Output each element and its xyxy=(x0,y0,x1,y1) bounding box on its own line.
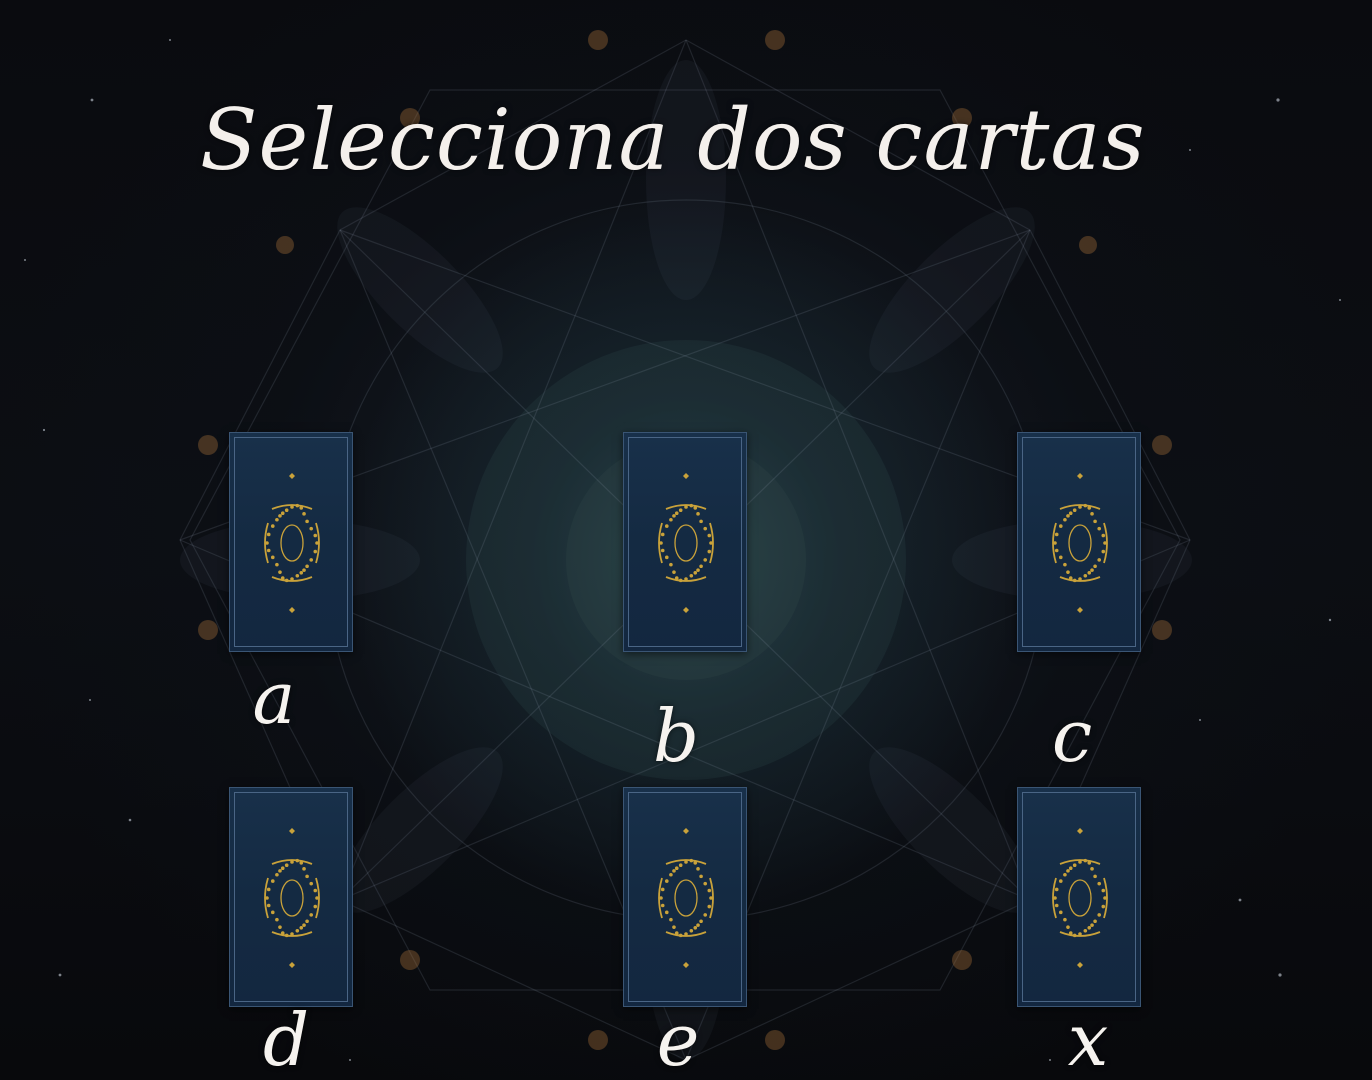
card-label-d: d xyxy=(262,998,310,1080)
ornate-card-back-icon xyxy=(658,473,714,613)
ornate-card-back-icon xyxy=(1052,473,1108,613)
tarot-card-e[interactable] xyxy=(623,787,747,1007)
card-label-b: b xyxy=(652,694,700,778)
tarot-card-x[interactable] xyxy=(1017,787,1141,1007)
card-label-c: c xyxy=(1051,694,1093,778)
card-label-a: a xyxy=(252,656,296,740)
ornate-card-back-icon xyxy=(264,828,320,968)
card-label-e: e xyxy=(656,998,700,1080)
tarot-card-d[interactable] xyxy=(229,787,353,1007)
tarot-card-c[interactable] xyxy=(1017,432,1141,652)
ornate-card-back-icon xyxy=(1052,828,1108,968)
card-label-x: x xyxy=(1067,998,1109,1080)
ornate-card-back-icon xyxy=(658,828,714,968)
ornate-card-back-icon xyxy=(264,473,320,613)
tarot-stage: Selecciona dos cartas a b c d e x xyxy=(0,0,1372,1080)
page-title: Selecciona dos cartas xyxy=(200,91,1146,189)
tarot-card-b[interactable] xyxy=(623,432,747,652)
tarot-card-a[interactable] xyxy=(229,432,353,652)
